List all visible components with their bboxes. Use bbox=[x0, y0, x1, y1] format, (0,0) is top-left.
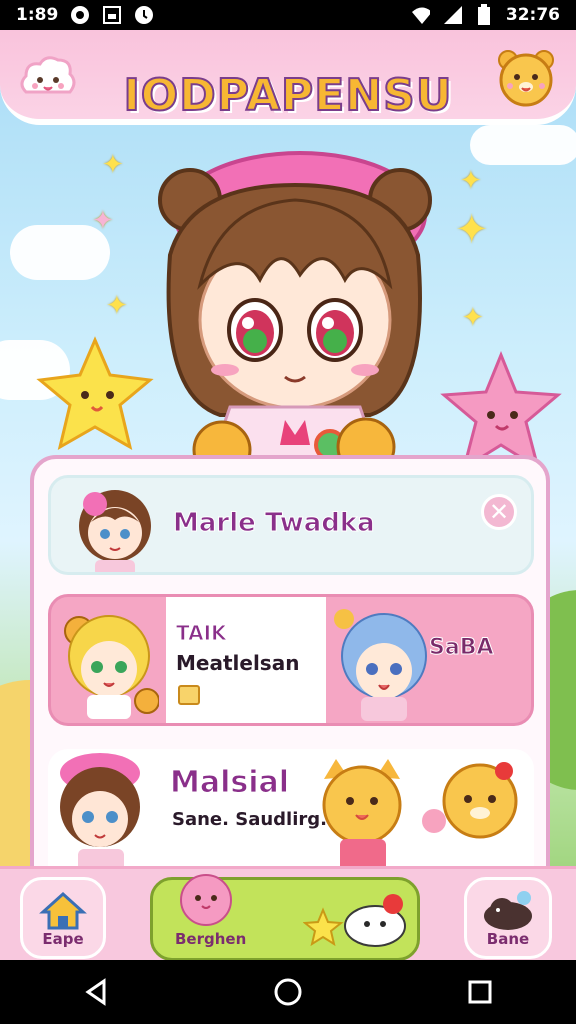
recents-square-icon bbox=[468, 980, 492, 1004]
nav-home-label: Eape bbox=[42, 930, 84, 948]
dark-mascot-icon bbox=[484, 891, 532, 930]
home-system-button[interactable] bbox=[268, 972, 308, 1012]
character-tag: TAIK bbox=[176, 621, 228, 646]
character-name: Marle Twadka bbox=[173, 508, 376, 539]
app-title: IODPAPENSU bbox=[122, 69, 453, 122]
status-bar: 1:89 32:76 bbox=[0, 0, 576, 30]
section-subtitle: Sane. Saudlirg. bbox=[172, 809, 327, 830]
character-avatar bbox=[79, 490, 151, 572]
blue-hair-character-avatar bbox=[334, 609, 427, 721]
close-button[interactable]: ✕ bbox=[481, 494, 517, 530]
system-navigation-bar bbox=[0, 960, 576, 1024]
chibi-girl-illustration bbox=[158, 151, 432, 480]
cloud-decoration bbox=[470, 125, 576, 165]
back-button[interactable] bbox=[76, 972, 116, 1012]
cloud-mascot-icon bbox=[20, 56, 76, 94]
close-icon: ✕ bbox=[488, 498, 510, 526]
recents-button[interactable] bbox=[460, 972, 500, 1012]
sparkle-icon: ✦ bbox=[455, 207, 489, 253]
home-circle-icon bbox=[274, 978, 302, 1006]
character-list-panel: Marle Twadka ✕ TAIK Meatlelsan SaBA Mals… bbox=[30, 455, 550, 915]
signal-icon bbox=[442, 5, 462, 25]
cat-and-bear-illustration bbox=[322, 759, 518, 873]
nav-profile-button[interactable]: Bane bbox=[464, 877, 552, 959]
nav-center-label: Berghen bbox=[175, 930, 247, 948]
info-card: TAIK Meatlelsan bbox=[166, 597, 326, 723]
list-item[interactable]: TAIK Meatlelsan SaBA bbox=[48, 594, 534, 726]
pink-mascot-icon bbox=[180, 874, 232, 926]
character-label: SaBA bbox=[429, 635, 494, 661]
hero-character bbox=[150, 145, 440, 480]
sparkle-icon: ✦ bbox=[460, 166, 482, 196]
app-screen: IODPAPENSU ✦ ✦ ✦ ✦ ✦ ✦ Marle Twadka ✕ TA… bbox=[0, 30, 576, 960]
battery-icon bbox=[474, 4, 494, 25]
bear-mascot-icon bbox=[498, 50, 554, 107]
app-notification-icon bbox=[70, 5, 90, 25]
back-triangle-icon bbox=[85, 978, 106, 1006]
sparkle-icon: ✦ bbox=[462, 303, 484, 333]
blonde-character-avatar bbox=[64, 615, 159, 719]
chick-star-mascot bbox=[36, 336, 154, 451]
bottom-navigation: Eape Berghen Bane bbox=[0, 866, 576, 960]
clock-left: 1:89 bbox=[16, 5, 59, 25]
bear-mascot-button[interactable] bbox=[494, 44, 558, 108]
star-and-seal-icon bbox=[303, 894, 406, 947]
circle-notification-icon bbox=[134, 5, 154, 25]
badge-icon bbox=[178, 685, 200, 705]
character-name: Meatlelsan bbox=[176, 651, 300, 675]
list-item[interactable]: Marle Twadka ✕ bbox=[48, 475, 534, 575]
sparkle-icon: ✦ bbox=[92, 206, 114, 236]
nav-profile-label: Bane bbox=[486, 930, 530, 948]
character-avatar bbox=[60, 753, 140, 879]
clock-right: 32:76 bbox=[505, 5, 560, 25]
image-notification-icon bbox=[102, 5, 122, 25]
home-icon bbox=[39, 891, 87, 930]
nav-center-button[interactable]: Berghen bbox=[150, 874, 420, 960]
nav-home-button[interactable]: Eape bbox=[20, 877, 106, 959]
cloud-mascot-button[interactable] bbox=[16, 48, 80, 112]
section-title: Malsial bbox=[169, 765, 290, 801]
sparkle-icon: ✦ bbox=[106, 291, 128, 321]
wifi-icon bbox=[410, 5, 430, 25]
sparkle-icon: ✦ bbox=[102, 150, 124, 180]
